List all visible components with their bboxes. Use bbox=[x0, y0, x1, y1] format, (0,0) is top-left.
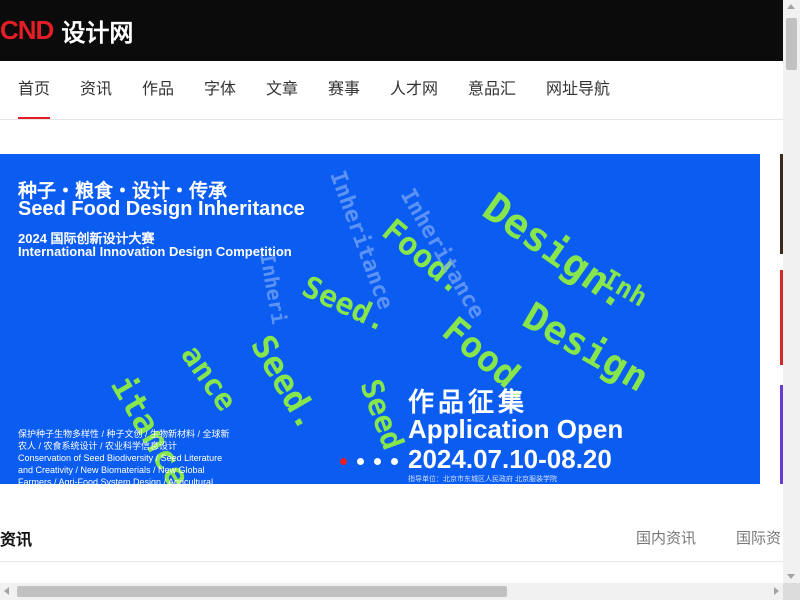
scrollbar-corner bbox=[783, 583, 800, 600]
svg-text:Seed: Seed bbox=[352, 375, 410, 455]
banner-title-en: Seed Food Design Inheritance bbox=[18, 198, 305, 220]
carousel-dots bbox=[340, 458, 398, 465]
arrow-down-icon[interactable] bbox=[787, 574, 795, 579]
top-header: CND 设计网 bbox=[0, 0, 783, 61]
svg-text:Seed.: Seed. bbox=[242, 329, 328, 438]
carousel-dot[interactable] bbox=[340, 458, 347, 465]
logo-text: 设计网 bbox=[61, 18, 134, 47]
horizontal-scrollbar[interactable] bbox=[0, 583, 783, 600]
nav-item-yipinhui[interactable]: 意品汇 bbox=[468, 61, 516, 119]
section-divider bbox=[0, 561, 783, 562]
tab-international-news[interactable]: 国际资 bbox=[736, 527, 783, 548]
logo-mark: CND bbox=[0, 14, 54, 45]
topic-line: 农人 / 农食系统设计 / 农业科学信息设计 bbox=[18, 441, 178, 451]
carousel-dot[interactable] bbox=[374, 458, 381, 465]
topic-line: 保护种子生物多样性 / 种子文创 / 生物新材料 / 全球新 bbox=[18, 429, 230, 439]
hero-banner[interactable]: Design. Food. Design Seed. Seed. Food. a… bbox=[0, 154, 760, 484]
arrow-up-icon[interactable] bbox=[787, 4, 795, 9]
nav-item-fonts[interactable]: 字体 bbox=[204, 61, 236, 119]
svg-text:Inheri: Inheri bbox=[255, 251, 291, 326]
banner-call-en: Application Open bbox=[408, 414, 624, 444]
banner-topics: 保护种子生物多样性 / 种子文创 / 生物新材料 / 全球新 农人 / 农食系统… bbox=[18, 428, 278, 484]
nav-item-talent[interactable]: 人才网 bbox=[390, 61, 438, 119]
scroll-thumb[interactable] bbox=[17, 586, 507, 597]
banner-subtitle-en: International Innovation Design Competit… bbox=[18, 244, 292, 259]
nav-item-works[interactable]: 作品 bbox=[142, 61, 174, 119]
topic-line: Farmers / Agri-Food System Design / Agri… bbox=[18, 477, 214, 484]
arrow-left-icon[interactable] bbox=[4, 587, 9, 595]
nav-item-home[interactable]: 首页 bbox=[18, 61, 51, 119]
svg-text:ance: ance bbox=[173, 339, 243, 418]
site-logo[interactable]: CND 设计网 bbox=[0, 14, 134, 47]
main-nav: 首页 资讯 作品 字体 文章 赛事 人才网 意品汇 网址导航 bbox=[0, 61, 783, 120]
nav-item-news[interactable]: 资讯 bbox=[80, 61, 112, 119]
news-section-title: 资讯 bbox=[0, 530, 33, 549]
banner-dates: 2024.07.10-08.20 bbox=[408, 444, 612, 474]
scroll-thumb[interactable] bbox=[786, 18, 797, 70]
nav-item-directory[interactable]: 网址导航 bbox=[546, 61, 610, 119]
tab-domestic-news[interactable]: 国内资讯 bbox=[636, 527, 696, 548]
vertical-scrollbar[interactable] bbox=[783, 0, 800, 583]
nav-item-competitions[interactable]: 赛事 bbox=[328, 61, 360, 119]
arrow-right-icon[interactable] bbox=[774, 587, 779, 595]
carousel-dot[interactable] bbox=[391, 458, 398, 465]
topic-line: and Creativity / New Biomaterials / New … bbox=[18, 465, 205, 475]
topic-line: Conservation of Seed Biodiversity / Seed… bbox=[18, 453, 223, 463]
carousel-dot[interactable] bbox=[357, 458, 364, 465]
banner-organizer: 指导单位：北京市东城区人民政府 北京服装学院 bbox=[408, 476, 557, 483]
nav-item-articles[interactable]: 文章 bbox=[266, 61, 298, 119]
